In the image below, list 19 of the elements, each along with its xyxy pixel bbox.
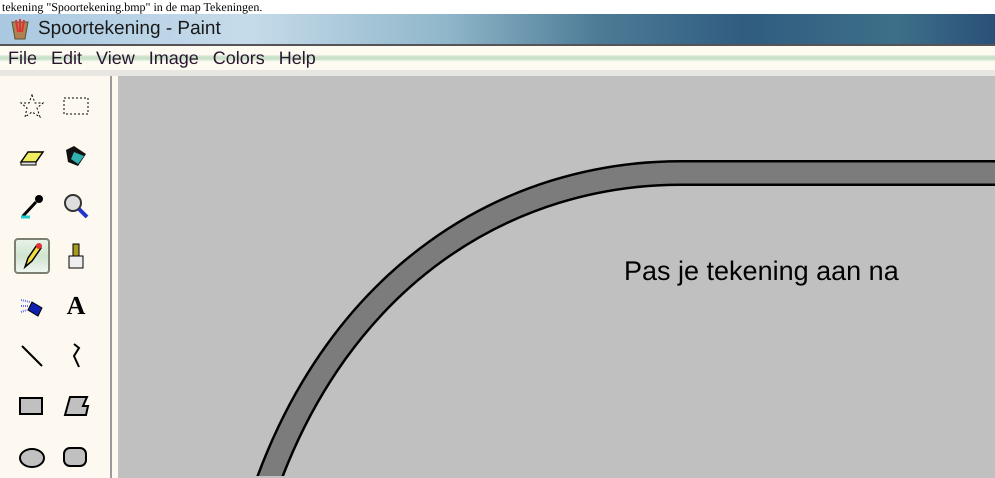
menu-item[interactable]: Colors xyxy=(206,48,273,68)
tool-button[interactable] xyxy=(14,238,50,274)
rounded-rectangle-icon xyxy=(62,444,90,468)
canvas-text: Pas je tekening aan na xyxy=(624,256,899,287)
tool-button[interactable]: A xyxy=(58,288,94,324)
menu-item[interactable]: Image xyxy=(142,48,207,68)
menu-item[interactable]: Help xyxy=(272,48,324,68)
menu-item[interactable]: Edit xyxy=(45,48,90,68)
star-selection-icon xyxy=(18,92,46,120)
text-tool-glyph: A xyxy=(66,291,86,321)
magnifier-icon xyxy=(62,192,90,220)
menu-item[interactable]: View xyxy=(90,48,143,68)
rectangle-icon xyxy=(18,394,46,418)
brush-icon xyxy=(66,242,86,270)
eyedropper-icon xyxy=(18,192,46,220)
menu-item[interactable]: File xyxy=(2,48,46,68)
window-title: Spoortekening - Paint xyxy=(38,18,221,40)
polygon-icon xyxy=(62,394,90,418)
document-text: tekening "Spoortekening.bmp" in de map Tekeningen. xyxy=(1,0,264,14)
